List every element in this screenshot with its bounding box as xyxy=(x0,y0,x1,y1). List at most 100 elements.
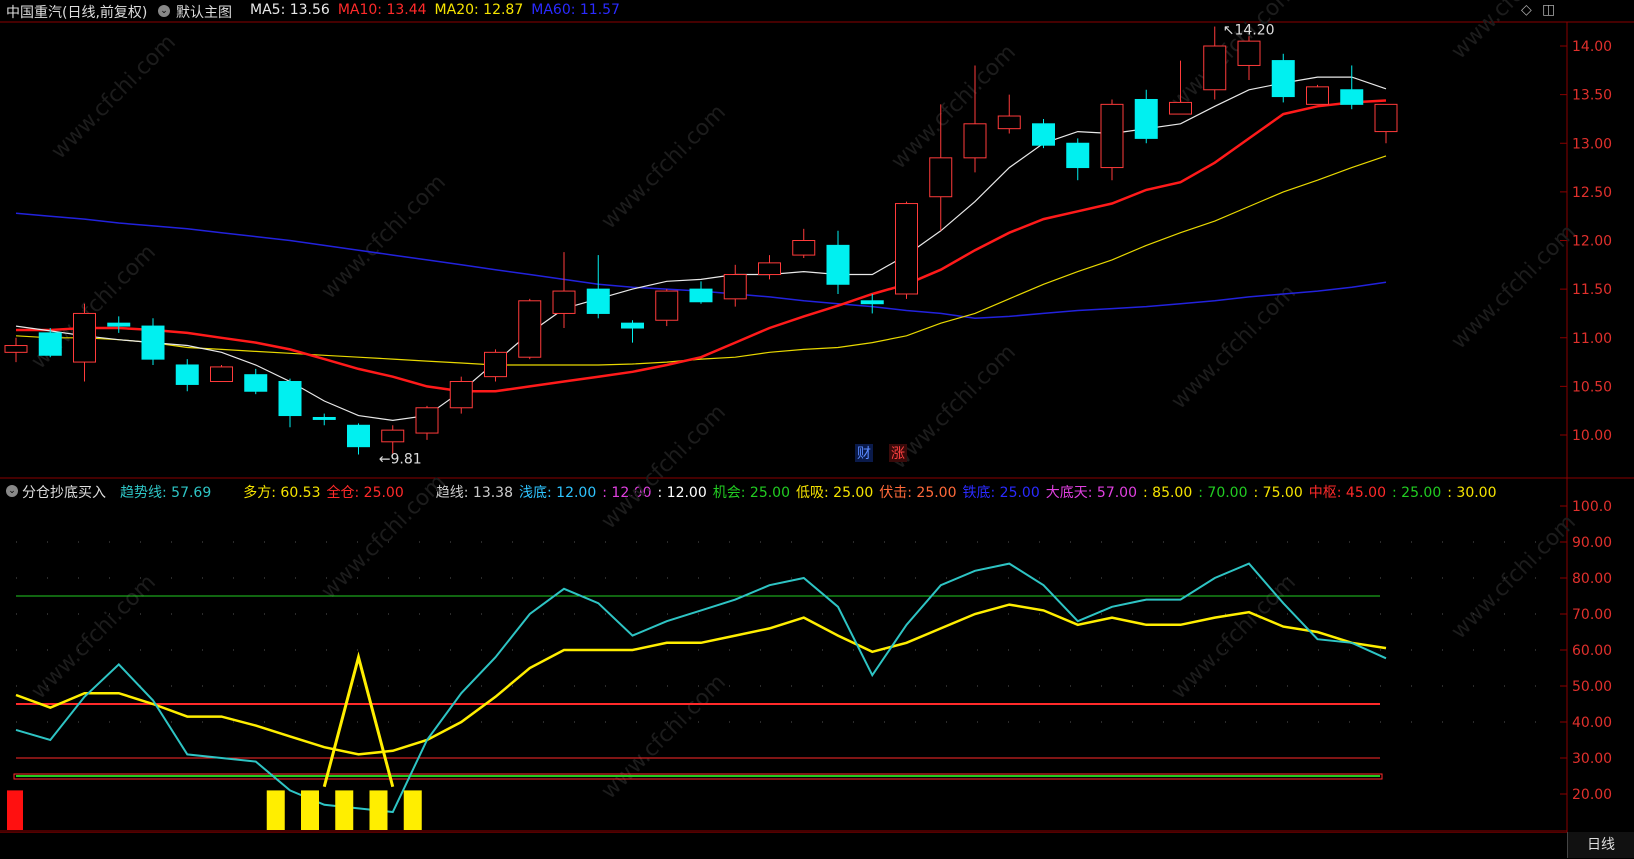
indicator-axis-label: 40.00 xyxy=(1572,715,1612,731)
candle-body xyxy=(449,381,473,409)
candle[interactable] xyxy=(895,201,918,299)
candle[interactable] xyxy=(175,359,199,392)
candle[interactable] xyxy=(723,264,747,307)
watermark-text: www.cfchi.com xyxy=(597,100,731,234)
candle[interactable] xyxy=(449,376,473,414)
candle-body xyxy=(278,381,302,417)
candle-body xyxy=(963,123,987,159)
price-axis-label: 13.00 xyxy=(1572,136,1612,152)
chart-area[interactable]: www.cfchi.com www.cfchi.com www.cfchi.com w… xyxy=(0,0,1634,858)
candle-body xyxy=(758,262,781,276)
price-axis-label: 11.00 xyxy=(1572,331,1612,347)
indicator-axis-label: 90.00 xyxy=(1572,535,1612,551)
price-axis-label: 10.50 xyxy=(1572,379,1612,395)
price-axis-label: 12.50 xyxy=(1572,185,1612,201)
candle[interactable] xyxy=(141,318,165,365)
candle-body xyxy=(1100,103,1124,169)
candle[interactable] xyxy=(758,255,781,280)
candle-body xyxy=(107,322,131,327)
indicator-axis-label: 30.00 xyxy=(1572,751,1612,767)
candle[interactable] xyxy=(1306,84,1329,105)
price-axis-label: 11.50 xyxy=(1572,282,1612,298)
candle[interactable] xyxy=(107,316,131,333)
candle[interactable] xyxy=(347,423,370,455)
candle-body xyxy=(792,240,816,256)
candle-body xyxy=(1066,142,1090,169)
price-axis-label: 13.50 xyxy=(1572,88,1612,104)
period-tab-daily[interactable]: 日线 xyxy=(1567,832,1634,858)
candle[interactable] xyxy=(552,252,576,329)
price-axis-label: 14.00 xyxy=(1572,39,1612,55)
candle[interactable] xyxy=(689,281,713,304)
candle-body xyxy=(244,374,268,392)
candle-body xyxy=(210,366,233,383)
candle-body xyxy=(1032,123,1055,146)
candle-body xyxy=(1134,98,1158,139)
watermark-text: www.cfchi.com xyxy=(47,30,181,164)
candle[interactable] xyxy=(1134,89,1158,144)
candle[interactable] xyxy=(1340,65,1364,110)
candle[interactable] xyxy=(278,378,302,428)
high-price-label: ↖14.20 xyxy=(1223,23,1275,39)
candle-body xyxy=(621,322,644,329)
watermark-text: www.cfchi.com xyxy=(317,470,451,604)
candle-body xyxy=(1203,45,1227,91)
bottom-toolbar xyxy=(0,832,1634,859)
candle-body xyxy=(1340,89,1364,105)
indicator-axis-label: 50.00 xyxy=(1572,679,1612,695)
candle-body xyxy=(1306,86,1329,105)
candle[interactable] xyxy=(621,320,644,343)
candle-body xyxy=(518,300,542,358)
indicator-spike xyxy=(322,651,395,788)
candle-body xyxy=(586,288,610,314)
candle[interactable] xyxy=(997,94,1021,134)
candle-body xyxy=(929,157,953,198)
candle[interactable] xyxy=(381,425,405,454)
candle[interactable] xyxy=(1374,103,1398,144)
indicator-axis-label: 100.0 xyxy=(1572,499,1612,515)
candle[interactable] xyxy=(655,289,679,327)
candle-body xyxy=(997,115,1021,130)
candle[interactable] xyxy=(1100,99,1124,181)
price-axis-label: 10.00 xyxy=(1572,428,1612,444)
watermark-text: www.cfchi.com xyxy=(597,670,731,804)
candle-body xyxy=(484,351,507,378)
candle[interactable] xyxy=(1032,118,1055,149)
candle[interactable] xyxy=(1066,138,1090,181)
watermark-text: www.cfchi.com xyxy=(27,570,161,704)
candle-body xyxy=(141,325,165,360)
candle[interactable] xyxy=(210,364,233,383)
candle[interactable] xyxy=(312,413,336,426)
candle-body xyxy=(1237,40,1261,66)
indicator-axis-label: 60.00 xyxy=(1572,643,1612,659)
candle-body xyxy=(1271,60,1295,98)
watermark-text: www.cfchi.com xyxy=(1167,570,1301,704)
candle[interactable] xyxy=(1271,53,1295,103)
candle[interactable] xyxy=(415,405,439,440)
watermark-text: www.cfchi.com xyxy=(317,170,451,304)
buy-signal-bar xyxy=(266,790,285,830)
buy-signal-bar xyxy=(369,790,388,830)
candle-body xyxy=(4,345,28,353)
indicator-axis-label: 20.00 xyxy=(1572,787,1612,803)
watermark-text: www.cfchi.com xyxy=(887,40,1021,174)
candle[interactable] xyxy=(792,228,816,259)
candle[interactable] xyxy=(244,368,268,395)
candle[interactable] xyxy=(73,303,96,382)
candle[interactable] xyxy=(4,337,28,363)
candle[interactable] xyxy=(518,298,542,360)
candle[interactable] xyxy=(38,328,62,358)
candle-body xyxy=(347,424,370,448)
full-position-bar xyxy=(7,790,23,830)
low-price-label: ←9.81 xyxy=(379,451,422,467)
candle[interactable] xyxy=(1237,36,1261,81)
candle[interactable] xyxy=(586,255,610,319)
buy-signal-bar xyxy=(301,790,319,830)
buy-signal-bar xyxy=(335,790,354,830)
candle-body xyxy=(73,312,96,363)
candle-body xyxy=(381,429,405,443)
candle-body xyxy=(175,364,199,385)
candle[interactable] xyxy=(484,349,507,382)
watermark-text: www.cfchi.com xyxy=(597,400,731,534)
candle[interactable] xyxy=(826,230,850,294)
